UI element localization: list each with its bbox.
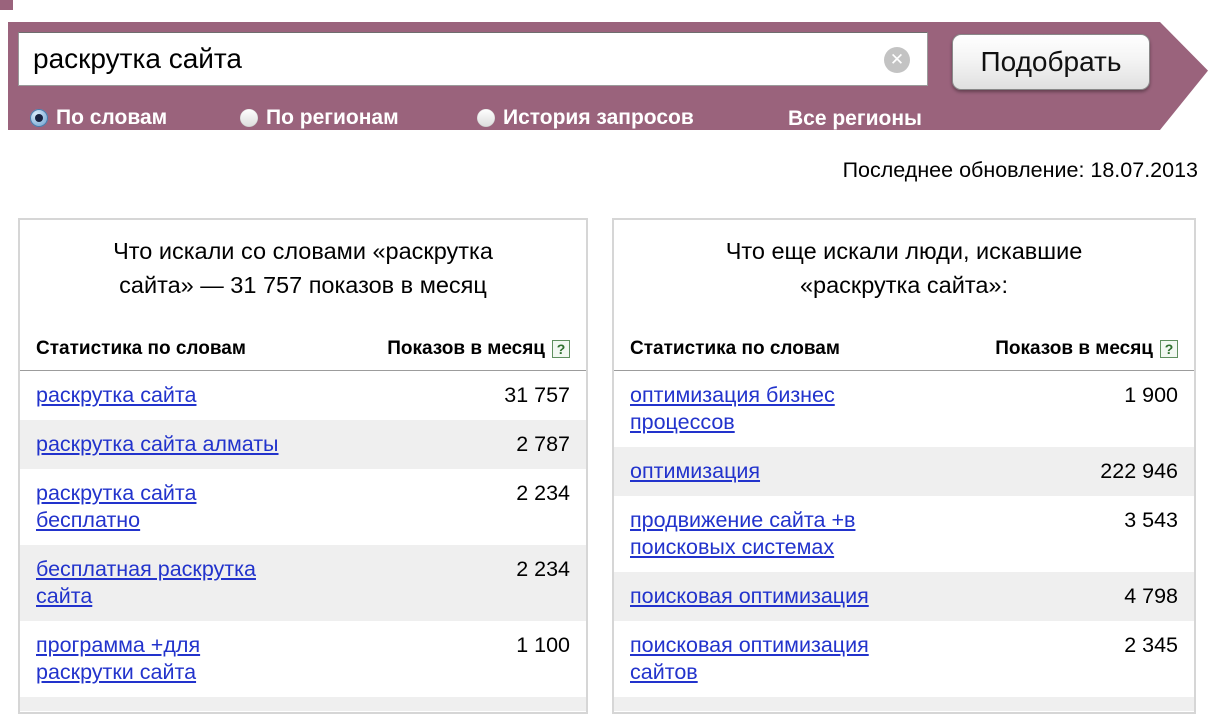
- radio-unselected-icon[interactable]: [240, 109, 258, 127]
- table-row: бесплатная раскрутка сайта 2 234: [20, 545, 586, 621]
- help-icon[interactable]: ?: [1160, 340, 1178, 358]
- radio-by-regions-label: По регионам: [266, 106, 399, 130]
- banner-corner-fragment: [0, 0, 13, 10]
- keyword-link[interactable]: оптимизация бизнес процессов: [630, 382, 835, 436]
- keyword-link[interactable]: оптимизация: [630, 458, 760, 485]
- shows-value: 2 234: [516, 556, 570, 583]
- table-row: продвижение сайта +в поисковых системах …: [614, 496, 1194, 572]
- table-row: поисковая оптимизация 4 798: [614, 572, 1194, 621]
- keyword-link[interactable]: раскрутка сайта алматы: [36, 431, 279, 458]
- panel-related-queries: Что еще искали люди, искавшие «раскрутка…: [612, 218, 1196, 714]
- shows-value: 1 100: [516, 632, 570, 659]
- shows-value: 3 543: [1124, 507, 1178, 534]
- radio-by-regions[interactable]: По регионам: [240, 106, 399, 130]
- shows-value: 2 787: [516, 431, 570, 458]
- table-row: поисковая оптимизация сайтов 2 345: [614, 621, 1194, 697]
- search-input[interactable]: [18, 32, 928, 86]
- table-row: раскрутка сайта 31 757: [20, 371, 586, 420]
- search-banner: ✕ Подобрать По словам По регионам Истори…: [8, 22, 1208, 130]
- table-header: Статистика по словам Показов в месяц ?: [614, 338, 1194, 371]
- panel-search-stats: Что искали со словами «раскрутка сайта» …: [18, 218, 588, 714]
- keyword-link[interactable]: раскрутка сайта: [36, 382, 196, 409]
- radio-by-words-label: По словам: [56, 106, 167, 130]
- column-header-keywords: Статистика по словам: [36, 338, 246, 360]
- table-header: Статистика по словам Показов в месяц ?: [20, 338, 586, 371]
- shows-value: 222 946: [1100, 458, 1178, 485]
- last-update-text: Последнее обновление: 18.07.2013: [843, 158, 1198, 183]
- shows-value: 4 798: [1124, 583, 1178, 610]
- keyword-link[interactable]: поисковая оптимизация: [630, 583, 869, 610]
- keyword-link[interactable]: раскрутка сайта бесплатно: [36, 480, 196, 534]
- table-row-clipped: [20, 697, 586, 711]
- table-row-clipped: [614, 697, 1194, 711]
- shows-value: 31 757: [504, 382, 570, 409]
- table-row: программа +для раскрутки сайта 1 100: [20, 621, 586, 697]
- submit-button[interactable]: Подобрать: [952, 34, 1150, 90]
- help-icon[interactable]: ?: [552, 340, 570, 358]
- panel-title: Что еще искали люди, искавшие «раскрутка…: [620, 234, 1188, 302]
- radio-selected-icon[interactable]: [30, 109, 48, 127]
- radio-query-history-label: История запросов: [503, 106, 694, 130]
- search-mode-row: По словам По регионам История запросов В…: [8, 106, 1208, 146]
- clear-icon[interactable]: ✕: [884, 47, 910, 73]
- panel-title: Что искали со словами «раскрутка сайта» …: [26, 234, 580, 302]
- shows-value: 2 345: [1124, 632, 1178, 659]
- table-row: оптимизация бизнес процессов 1 900: [614, 371, 1194, 447]
- radio-unselected-icon[interactable]: [477, 109, 495, 127]
- table-row: оптимизация 222 946: [614, 447, 1194, 496]
- table-row: раскрутка сайта алматы 2 787: [20, 420, 586, 469]
- column-header-keywords: Статистика по словам: [630, 338, 840, 360]
- shows-value: 2 234: [516, 480, 570, 507]
- column-header-shows: Показов в месяц: [387, 338, 545, 360]
- keyword-link[interactable]: бесплатная раскрутка сайта: [36, 556, 256, 610]
- shows-value: 1 900: [1124, 382, 1178, 409]
- radio-query-history[interactable]: История запросов: [477, 106, 694, 130]
- all-regions-link[interactable]: Все регионы: [788, 107, 922, 135]
- table-row: раскрутка сайта бесплатно 2 234: [20, 469, 586, 545]
- keyword-link[interactable]: программа +для раскрутки сайта: [36, 632, 200, 686]
- radio-by-words[interactable]: По словам: [30, 106, 167, 130]
- keyword-link[interactable]: продвижение сайта +в поисковых системах: [630, 507, 855, 561]
- column-header-shows: Показов в месяц: [995, 338, 1153, 360]
- keyword-link[interactable]: поисковая оптимизация сайтов: [630, 632, 869, 686]
